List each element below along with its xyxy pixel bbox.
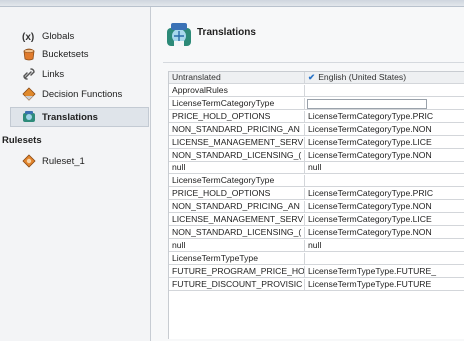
ruleset-icon <box>22 154 36 168</box>
header-divider <box>163 62 464 63</box>
table-row[interactable]: PRICE_HOLD_OPTIONS LicenseTermCategoryTyp… <box>169 188 464 201</box>
untranslated-cell[interactable]: LICENSE_MANAGEMENT_SERV <box>169 214 305 226</box>
page-title: Translations <box>197 27 256 38</box>
nav-item-globals[interactable]: (x) Globals <box>22 27 74 45</box>
table-row[interactable]: NON_STANDARD_PRICING_AN LicenseTermCatego… <box>169 123 464 136</box>
nav-item-label: Ruleset_1 <box>42 155 85 167</box>
translation-cell[interactable]: null <box>305 162 464 175</box>
translations-panel: Translations Untranslated ✔ English (Unit… <box>151 7 464 341</box>
top-toolbar-strip <box>0 0 464 7</box>
links-icon <box>22 67 36 81</box>
table-row[interactable]: LicenseTermCategoryType <box>169 97 464 110</box>
translation-cell[interactable]: LicenseTermCategoryType.PRIC <box>305 188 464 201</box>
translation-cell[interactable] <box>305 85 464 97</box>
translation-cell[interactable]: LicenseTermCategoryType.NON <box>305 124 464 136</box>
translation-cell[interactable]: LicenseTermCategoryType.NON <box>305 201 464 214</box>
table-row[interactable]: FUTURE_PROGRAM_PRICE_HO LicenseTermTypeTy… <box>169 265 464 278</box>
untranslated-cell[interactable]: FUTURE_DISCOUNT_PROVISIC <box>169 278 305 291</box>
table-row[interactable]: null null <box>169 239 464 252</box>
table-row[interactable]: null null <box>169 162 464 175</box>
table-row[interactable]: LicenseTermTypeType <box>169 252 464 265</box>
table-header-row: Untranslated ✔ English (United States) <box>169 72 464 84</box>
nav-item-label: Translations <box>42 111 98 123</box>
column-header-label: English (United States) <box>318 72 407 82</box>
table-row[interactable]: LICENSE_MANAGEMENT_SERV LicenseTermCatego… <box>169 136 464 149</box>
translation-cell[interactable] <box>305 98 464 110</box>
table-row[interactable]: LicenseTermCategoryType <box>169 175 464 188</box>
translation-edit-field[interactable] <box>307 98 427 109</box>
checkmark-icon: ✔ <box>308 72 316 82</box>
untranslated-cell[interactable]: LicenseTermCategoryType <box>169 175 305 188</box>
untranslated-cell[interactable]: PRICE_HOLD_OPTIONS <box>169 110 305 123</box>
panel-header: Translations <box>151 17 464 57</box>
translation-cell[interactable] <box>305 253 464 265</box>
untranslated-cell[interactable]: ApprovalRules <box>169 85 305 97</box>
translation-cell[interactable]: LicenseTermCategoryType.PRIC <box>305 111 464 123</box>
nav-item-bucketsets[interactable]: Bucketsets <box>22 45 88 63</box>
decision-functions-icon <box>22 87 36 101</box>
nav-item-label: Decision Functions <box>42 88 123 100</box>
table-row[interactable]: FUTURE_DISCOUNT_PROVISIC LicenseTermTypeT… <box>169 278 464 291</box>
translation-cell[interactable]: LicenseTermTypeType.FUTURE <box>305 279 464 291</box>
translation-cell[interactable]: null <box>305 240 464 252</box>
untranslated-cell[interactable]: NON_STANDARD_PRICING_AN <box>169 201 305 214</box>
table-row[interactable]: NON_STANDARD_PRICING_AN LicenseTermCatego… <box>169 201 464 214</box>
untranslated-cell[interactable]: NON_STANDARD_LICENSING_( <box>169 226 305 239</box>
table-row[interactable]: NON_STANDARD_LICENSING_(LicenseTermCateg… <box>169 226 464 239</box>
bucketsets-icon <box>22 47 36 61</box>
untranslated-cell[interactable]: NON_STANDARD_LICENSING_( <box>169 149 305 162</box>
untranslated-cell[interactable]: null <box>169 162 305 175</box>
untranslated-cell[interactable]: LicenseTermTypeType <box>169 252 305 265</box>
untranslated-cell[interactable]: LICENSE_MANAGEMENT_SERV <box>169 136 305 149</box>
translation-cell[interactable]: LicenseTermCategoryType.NON <box>305 150 464 162</box>
translation-cell[interactable]: LicenseTermCategoryType.LICE <box>305 137 464 149</box>
navigator-panel: (x) Globals Bucketsets Links Decision Fu… <box>0 7 151 341</box>
column-header-english[interactable]: ✔ English (United States) <box>305 72 464 84</box>
nav-item-label: Bucketsets <box>42 48 89 60</box>
nav-item-links[interactable]: Links <box>22 65 64 83</box>
translation-cell[interactable]: LicenseTermCategoryType.LICE <box>305 214 464 226</box>
table-row[interactable]: LICENSE_MANAGEMENT_SERV LicenseTermCatego… <box>169 214 464 226</box>
untranslated-cell[interactable]: FUTURE_PROGRAM_PRICE_HO <box>169 265 305 278</box>
nav-item-translations[interactable]: Translations <box>22 108 98 126</box>
table-row[interactable]: ApprovalRules <box>169 85 464 97</box>
nav-item-label: Links <box>42 68 65 80</box>
column-header-untranslated[interactable]: Untranslated <box>169 72 305 84</box>
nav-item-decision-functions[interactable]: Decision Functions <box>22 85 122 103</box>
svg-text:(x): (x) <box>22 32 34 42</box>
rulesets-section-title: Rulesets <box>2 135 42 146</box>
translations-icon <box>22 110 36 124</box>
translations-header-icon <box>165 22 193 48</box>
translation-cell[interactable]: LicenseTermTypeType.FUTURE_ <box>305 266 464 278</box>
translation-cell[interactable]: LicenseTermCategoryType.NON <box>305 227 464 239</box>
untranslated-cell[interactable]: null <box>169 239 305 252</box>
untranslated-cell[interactable]: PRICE_HOLD_OPTIONS <box>169 188 305 201</box>
translations-table: Untranslated ✔ English (United States) Ap… <box>168 71 464 339</box>
untranslated-cell[interactable]: LicenseTermCategoryType <box>169 97 305 110</box>
untranslated-cell[interactable]: NON_STANDARD_PRICING_AN <box>169 123 305 136</box>
nav-item-ruleset-1[interactable]: Ruleset_1 <box>22 152 85 170</box>
nav-item-label: Globals <box>42 30 75 42</box>
translation-cell[interactable] <box>305 175 464 188</box>
globals-icon: (x) <box>22 29 36 43</box>
table-row[interactable]: PRICE_HOLD_OPTIONS LicenseTermCategoryTyp… <box>169 110 464 123</box>
table-row[interactable]: NON_STANDARD_LICENSING_(LicenseTermCateg… <box>169 149 464 162</box>
